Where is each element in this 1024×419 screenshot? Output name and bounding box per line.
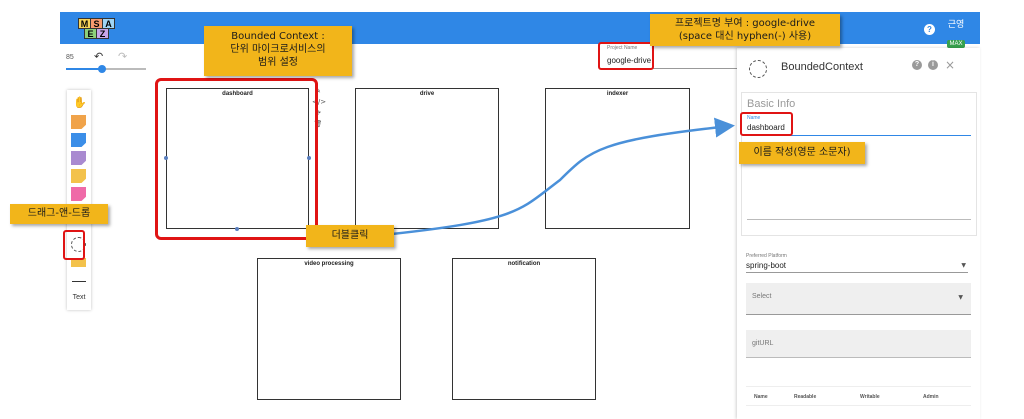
top-bar xyxy=(60,12,980,44)
bounded-context-video-processing[interactable]: video processing xyxy=(257,258,401,400)
highlight-name-field xyxy=(740,112,793,136)
note-name-hint: 이름 작성(영문 소문자) xyxy=(739,142,865,164)
permission-table-header: Name Readable Writable Admin xyxy=(746,386,971,406)
bounded-context-notification[interactable]: notification xyxy=(452,258,596,400)
select-dropdown[interactable]: Select ▼ xyxy=(746,283,971,315)
bounded-context-title: indexer xyxy=(606,91,629,97)
bounded-context-drive[interactable]: drive xyxy=(355,88,499,229)
zoom-thumb[interactable] xyxy=(98,65,106,73)
note-drag-drop: 드래그-앤-드롭 xyxy=(10,204,108,224)
panel-title: BoundedContext xyxy=(781,61,863,73)
chevron-down-icon: ▼ xyxy=(958,294,963,301)
note-bounded-context: Bounded Context : 단위 마이크로서비스의 범위 설정 xyxy=(204,26,352,76)
line-icon[interactable] xyxy=(72,281,86,282)
zoom-value: 85 xyxy=(66,54,74,61)
platform-value: spring-boot xyxy=(746,261,787,270)
basic-info-title: Basic Info xyxy=(747,98,796,110)
text-tool[interactable]: Text xyxy=(69,294,89,301)
platform-select[interactable]: spring-boot ▼ xyxy=(746,261,968,273)
sticker-pink-icon[interactable] xyxy=(71,187,86,201)
note-line: Bounded Context : xyxy=(231,31,325,42)
note-line: 단위 마이크로서비스의 xyxy=(230,44,326,55)
bounded-context-title: notification xyxy=(507,261,541,267)
note-line: 프로젝트명 부여 : google-drive xyxy=(674,18,816,29)
git-url-input[interactable]: gitURL xyxy=(746,330,971,358)
undo-icon[interactable]: ↶ xyxy=(94,50,103,63)
help-icon[interactable]: ? xyxy=(912,60,922,70)
msaez-logo[interactable]: M S A E Z xyxy=(78,18,124,42)
bounded-context-indexer[interactable]: indexer xyxy=(545,88,690,229)
note-line: 범위 설정 xyxy=(258,57,298,68)
user-badge: MAX xyxy=(947,40,965,48)
sticker-yellow-icon[interactable] xyxy=(71,169,86,183)
highlight-dashboard xyxy=(155,78,318,240)
sticker-purple-icon[interactable] xyxy=(71,151,86,165)
zoom-fill xyxy=(66,68,102,70)
element-palette: ✋ Text xyxy=(67,90,91,310)
note-project-name: 프로젝트명 부여 : google-drive (space 대신 hyphen… xyxy=(650,14,840,46)
column-header: Name xyxy=(754,394,768,400)
column-header: Writable xyxy=(860,394,880,400)
help-icon[interactable]: ? xyxy=(924,24,935,35)
description-textarea[interactable] xyxy=(747,219,971,220)
bounded-context-icon xyxy=(749,60,767,78)
platform-label: Preferred Platform xyxy=(746,253,787,259)
bounded-context-title: video processing xyxy=(304,261,354,267)
user-name: 근영 xyxy=(947,20,965,30)
highlight-palette-item xyxy=(63,230,85,260)
sticker-blue-icon[interactable] xyxy=(71,133,86,147)
info-icon[interactable]: i xyxy=(928,60,938,70)
git-url-placeholder: gitURL xyxy=(752,340,774,347)
highlight-project-name xyxy=(598,42,654,70)
note-double-click: 더블클릭 xyxy=(306,225,394,247)
sticker-orange-icon[interactable] xyxy=(71,115,86,129)
bounded-context-title: drive xyxy=(419,91,435,97)
column-header: Admin xyxy=(923,394,939,400)
select-placeholder: Select xyxy=(752,293,772,300)
redo-icon[interactable]: ↷ xyxy=(118,50,127,63)
logo-letter: Z xyxy=(96,28,109,39)
hand-icon[interactable]: ✋ xyxy=(73,96,87,109)
user-avatar[interactable]: 근영 MAX xyxy=(944,20,968,48)
close-icon[interactable]: × xyxy=(945,58,955,72)
column-header: Readable xyxy=(794,394,817,400)
note-line: (space 대신 hyphen(-) 사용) xyxy=(678,31,812,42)
chevron-down-icon: ▼ xyxy=(961,262,966,269)
page: M S A E Z ? 근영 MAX 85 ↶ ↷ ✋ Text dashboa… xyxy=(0,0,1024,419)
zoom-slider[interactable] xyxy=(66,64,146,74)
bounded-context-panel: BoundedContext ? i × Basic Info Name das… xyxy=(737,48,980,419)
